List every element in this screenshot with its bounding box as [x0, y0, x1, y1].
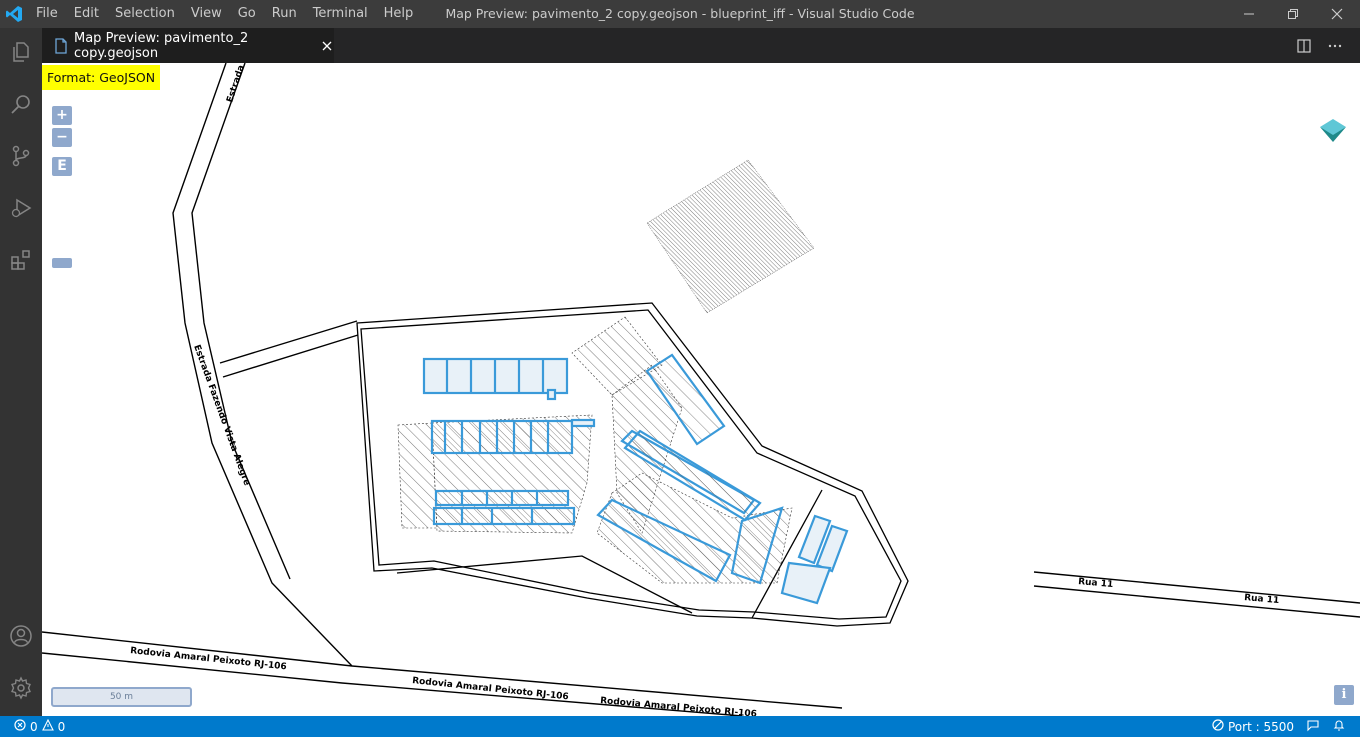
scale-bar: 50 m	[51, 687, 192, 707]
port-label: Port : 5500	[1228, 719, 1294, 734]
error-icon	[14, 719, 26, 734]
problems-indicator[interactable]: 0 0	[8, 718, 71, 734]
format-badge: Format: GeoJSON	[42, 65, 161, 90]
file-preview-icon	[54, 37, 68, 54]
tab-label: Map Preview: pavimento_2 copy.geojson	[74, 30, 249, 61]
explorer-icon[interactable]	[0, 31, 42, 73]
close-window-button[interactable]	[1314, 0, 1360, 28]
warning-count: 0	[57, 719, 66, 734]
settings-gear-icon[interactable]	[0, 667, 42, 709]
feedback-icon	[1306, 718, 1320, 735]
menu-file[interactable]: File	[28, 0, 66, 28]
error-count: 0	[30, 719, 38, 734]
layers-icon[interactable]	[1319, 117, 1347, 145]
bell-icon	[1332, 718, 1346, 735]
menu-bar: File Edit Selection View Go Run Terminal…	[28, 0, 421, 28]
zoom-in-button[interactable]: +	[52, 106, 72, 125]
status-bar: 0 0 Port : 5500	[0, 716, 1360, 737]
menu-view[interactable]: View	[183, 0, 230, 28]
roads	[42, 63, 1360, 716]
activity-bar	[0, 28, 42, 716]
road-label-estrada-top: Estrada F	[225, 63, 249, 104]
warning-icon	[41, 718, 54, 734]
feedback-button[interactable]	[1300, 718, 1326, 735]
close-tab-icon[interactable]	[320, 38, 334, 54]
search-icon[interactable]	[0, 83, 42, 125]
zoom-slider-thumb[interactable]	[52, 258, 72, 268]
notifications-button[interactable]	[1326, 718, 1352, 735]
road-label-rua-11-b: Rua 11	[1244, 593, 1280, 606]
menu-go[interactable]: Go	[230, 0, 264, 28]
editor-tab-bar: Map Preview: pavimento_2 copy.geojson	[42, 28, 1360, 63]
run-debug-icon[interactable]	[0, 187, 42, 229]
menu-terminal[interactable]: Terminal	[305, 0, 376, 28]
road-label-rodovia-2: Rodovia Amaral Peixoto RJ-106	[412, 676, 569, 702]
info-button[interactable]: i	[1334, 685, 1354, 705]
minimize-button[interactable]	[1226, 0, 1272, 28]
split-editor-icon[interactable]	[1295, 37, 1313, 55]
vscode-logo-icon	[4, 4, 24, 24]
title-bar: File Edit Selection View Go Run Terminal…	[0, 0, 1360, 28]
menu-selection[interactable]: Selection	[107, 0, 183, 28]
account-icon[interactable]	[0, 615, 42, 657]
tab-map-preview[interactable]: Map Preview: pavimento_2 copy.geojson	[42, 28, 334, 63]
road-labels: Estrada F Estrada Fazendo Vista Alegre R…	[130, 63, 1280, 716]
map-preview-editor: Estrada F Estrada Fazendo Vista Alegre R…	[42, 63, 1360, 716]
more-actions-icon[interactable]	[1326, 37, 1344, 55]
menu-edit[interactable]: Edit	[66, 0, 107, 28]
port-circle-slash-icon	[1212, 719, 1224, 734]
source-control-icon[interactable]	[0, 135, 42, 177]
map-canvas[interactable]: Estrada F Estrada Fazendo Vista Alegre R…	[42, 63, 1360, 716]
extensions-icon[interactable]	[0, 239, 42, 281]
road-label-rua-11-a: Rua 11	[1078, 577, 1114, 590]
restore-button[interactable]	[1270, 0, 1316, 28]
zoom-out-button[interactable]: −	[52, 128, 72, 147]
live-server-port[interactable]: Port : 5500	[1206, 719, 1300, 734]
menu-run[interactable]: Run	[264, 0, 305, 28]
menu-help[interactable]: Help	[376, 0, 422, 28]
zoom-extent-button[interactable]: E	[52, 157, 72, 176]
